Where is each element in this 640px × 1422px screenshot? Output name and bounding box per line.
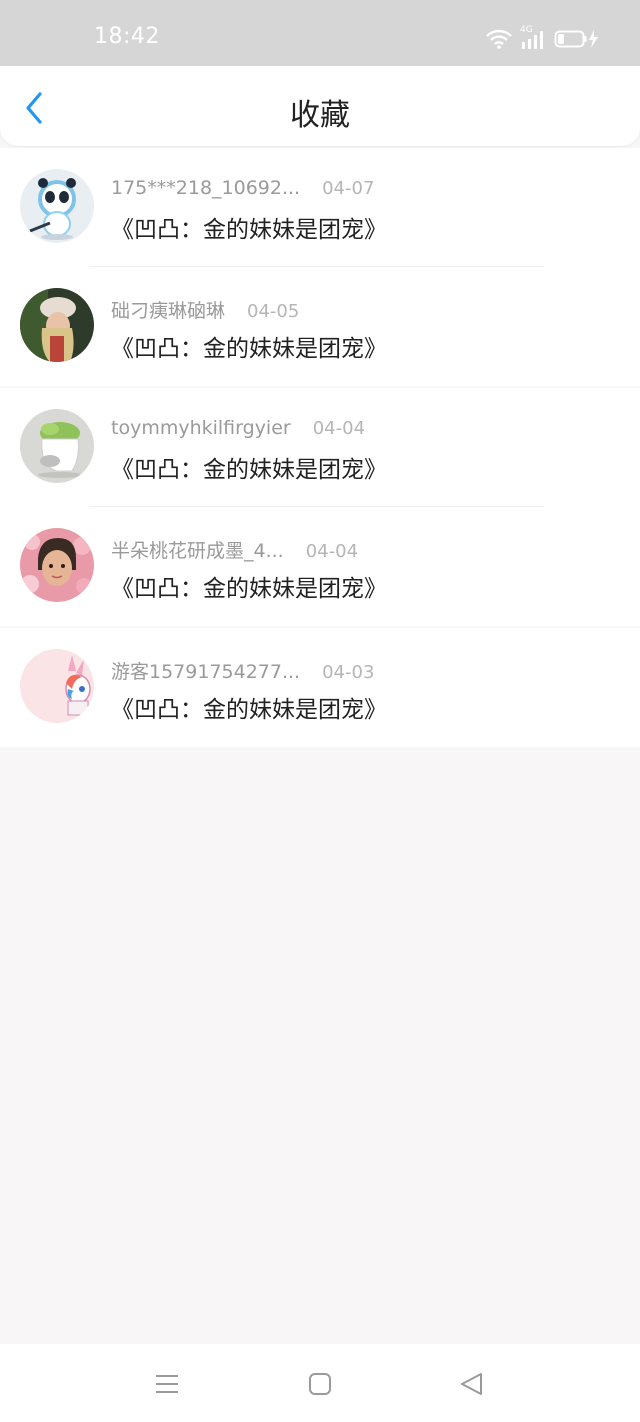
item-meta: toymmyhkilfirgyier 04-04	[111, 417, 365, 439]
avatar[interactable]	[20, 649, 94, 723]
battery-charging-icon	[554, 30, 598, 48]
work-title[interactable]: 《凹凸：金的妹妹是团宠》	[111, 210, 387, 244]
page-title: 收藏	[290, 98, 350, 133]
item-date: 04-05	[247, 301, 300, 322]
status-icons: 4G	[486, 25, 600, 50]
favorites-list: 175***218_10692... 04-07 《凹凸：金的妹妹是团宠》 础刁痍…	[0, 148, 640, 747]
avatar[interactable]	[20, 288, 94, 362]
work-title[interactable]: 《凹凸：金的妹妹是团宠》	[111, 690, 387, 724]
list-item[interactable]: 175***218_10692... 04-07 《凹凸：金的妹妹是团宠》	[0, 148, 640, 267]
list-item[interactable]: 础刁痍琳硇琳 04-05 《凹凸：金的妹妹是团宠》	[0, 267, 640, 386]
user-name: 半朵桃花研成墨_4...	[111, 540, 284, 562]
user-name: toymmyhkilfirgyier	[111, 417, 291, 439]
system-nav-bar	[0, 1344, 640, 1422]
status-bar: 18:42 4G	[0, 0, 640, 66]
user-name: 175***218_10692...	[111, 177, 301, 199]
signal-4g-icon: 4G	[520, 25, 546, 50]
item-meta: 游客15791754277... 04-03	[111, 657, 374, 684]
item-meta: 础刁痍琳硇琳 04-05	[111, 296, 299, 323]
item-date: 04-04	[312, 418, 366, 439]
status-time: 18:42	[94, 24, 160, 49]
item-meta: 175***218_10692... 04-07	[111, 177, 374, 199]
app-header: 收藏	[0, 66, 640, 146]
user-name: 游客15791754277...	[111, 661, 301, 683]
avatar[interactable]	[20, 169, 94, 243]
list-item[interactable]: 半朵桃花研成墨_4... 04-04 《凹凸：金的妹妹是团宠》	[0, 507, 640, 626]
work-title[interactable]: 《凹凸：金的妹妹是团宠》	[111, 569, 387, 603]
menu-icon	[156, 1375, 178, 1393]
work-title[interactable]: 《凹凸：金的妹妹是团宠》	[111, 450, 387, 484]
work-title[interactable]: 《凹凸：金的妹妹是团宠》	[111, 329, 387, 363]
list-item[interactable]: 游客15791754277... 04-03 《凹凸：金的妹妹是团宠》	[0, 628, 640, 747]
item-date: 04-03	[322, 662, 375, 683]
home-button[interactable]	[306, 1370, 334, 1398]
menu-button[interactable]	[153, 1370, 181, 1398]
item-meta: 半朵桃花研成墨_4... 04-04	[111, 536, 358, 563]
user-name: 础刁痍琳硇琳	[111, 300, 226, 322]
avatar[interactable]	[20, 528, 94, 602]
item-date: 04-07	[322, 178, 375, 199]
list-item[interactable]: toymmyhkilfirgyier 04-04 《凹凸：金的妹妹是团宠》	[0, 388, 640, 507]
home-square-icon	[309, 1373, 331, 1395]
back-nav-button[interactable]	[458, 1370, 486, 1398]
avatar[interactable]	[20, 409, 94, 483]
wifi-icon	[486, 29, 512, 49]
item-date: 04-04	[305, 541, 359, 562]
back-triangle-icon	[461, 1373, 482, 1395]
